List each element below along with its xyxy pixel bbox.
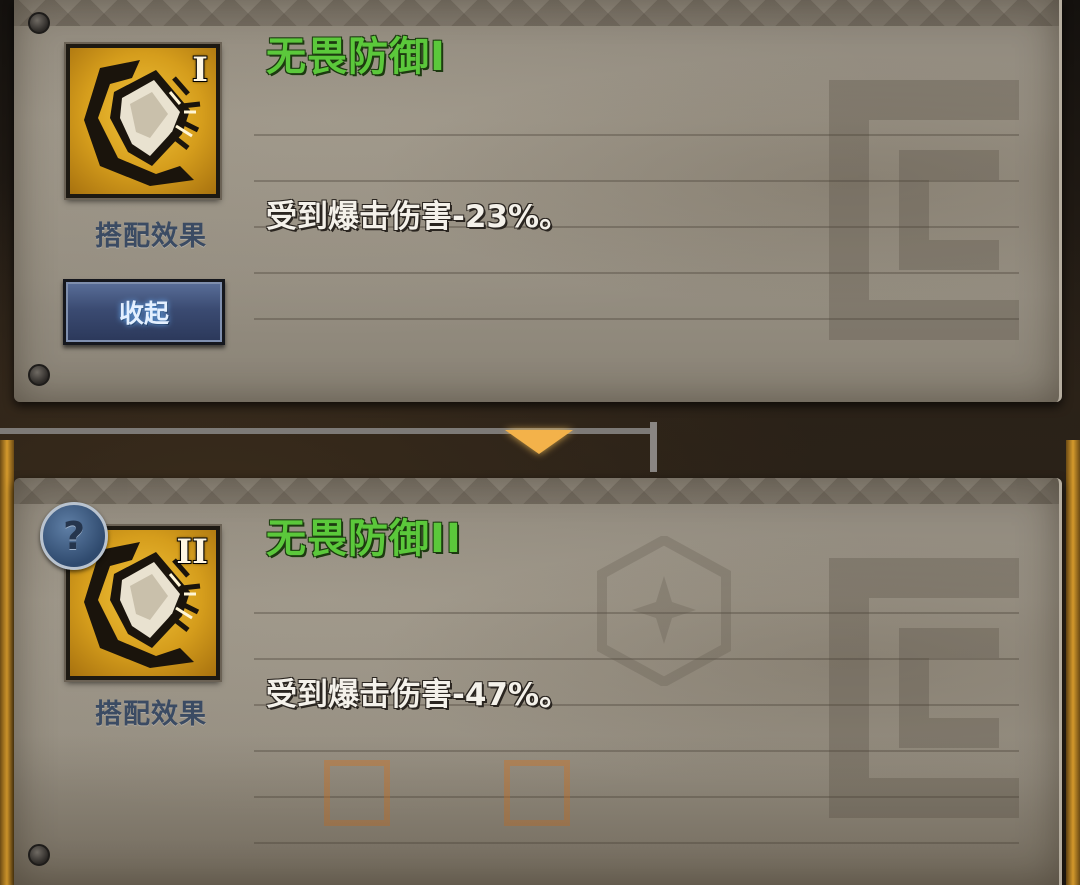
combo-effect-caption: 搭配效果: [95, 699, 207, 730]
right-gold-trim: [1066, 440, 1080, 885]
emblem-watermark-icon: [829, 80, 1019, 340]
hexagon-emblem-icon: [597, 536, 731, 686]
skill-description: 受到爆击伤害-23%。: [266, 199, 571, 235]
collapse-button-label: 收起: [118, 299, 169, 328]
skill-description: 受到爆击伤害-47%。: [266, 677, 571, 713]
rivet-icon: [28, 844, 50, 866]
skill-title: 无畏防御II: [266, 516, 462, 562]
effect-card-2: II ? 搭配效果 无畏防御II 受到爆击伤害-47%。: [14, 478, 1062, 885]
skill-tier-label: I: [192, 50, 208, 90]
help-button[interactable]: ?: [40, 502, 108, 570]
left-gold-trim: [0, 440, 14, 885]
skill-title: 无畏防御I: [266, 34, 446, 80]
rivet-icon: [28, 12, 50, 34]
collapse-button[interactable]: 收起: [63, 279, 225, 345]
skill-icon: I: [66, 44, 220, 198]
divider-end: [650, 422, 657, 472]
combo-effect-caption: 搭配效果: [95, 221, 207, 252]
question-mark-icon: ?: [62, 514, 86, 558]
skill-tier-label: II: [176, 532, 208, 572]
panel-border-pattern: [14, 0, 1059, 26]
panel-bottom-shade: [14, 735, 1059, 885]
rivet-icon: [28, 364, 50, 386]
effect-card-1: I 搭配效果 收起 无畏防御I 受到爆击伤害-23%。: [14, 0, 1062, 402]
panel-border-pattern: [14, 478, 1059, 504]
down-arrow-icon: [505, 430, 573, 454]
